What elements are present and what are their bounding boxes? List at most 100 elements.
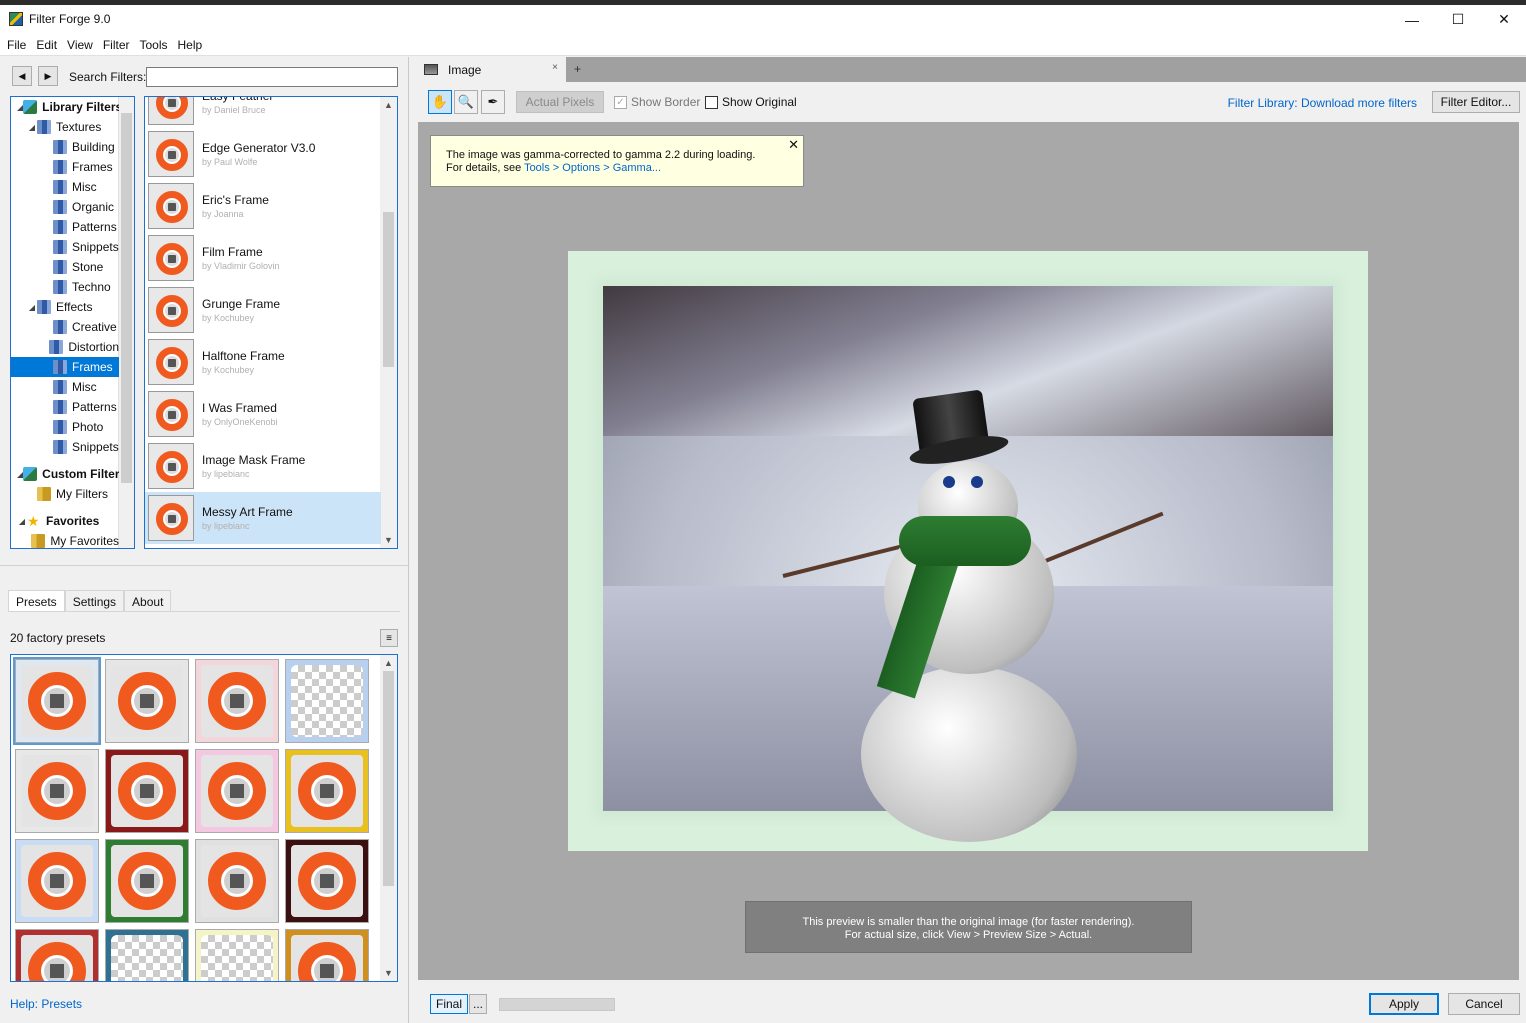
add-tab-icon[interactable]: + [574,62,581,76]
tree-item-building[interactable]: Building [11,137,119,157]
scroll-up-icon[interactable]: ▲ [380,100,397,110]
preset-thumbnail[interactable] [285,659,369,743]
show-border-checkbox[interactable]: ✓ Show Border [614,95,700,109]
tree-item-frames[interactable]: Frames [11,357,119,377]
cube-icon [23,100,38,114]
tree-item-misc[interactable]: Misc [11,177,119,197]
preset-thumbnail[interactable] [285,929,369,981]
tree-item-custom-filters[interactable]: ◢ Custom Filters [11,464,119,484]
filter-name: Messy Art Frame [202,505,293,519]
tree-item-photo[interactable]: Photo [11,417,119,437]
tab-settings[interactable]: Settings [64,590,125,612]
menu-filter[interactable]: Filter [98,34,135,56]
filter-library-link[interactable]: Filter Library: Download more filters [1228,96,1417,110]
presets-menu-icon[interactable]: ≡ [380,629,398,647]
close-tab-icon[interactable]: × [552,62,558,73]
menu-help[interactable]: Help [173,34,208,56]
maximize-button[interactable]: ☐ [1435,5,1481,34]
preset-thumbnail[interactable] [15,749,99,833]
expand-arrow-icon[interactable]: ◢ [27,303,37,312]
preview-image[interactable] [568,251,1368,851]
preset-thumbnail[interactable] [105,839,189,923]
tree-item-my-filters[interactable]: My Filters [11,484,119,504]
close-notice-icon[interactable]: ✕ [788,138,799,151]
menu-edit[interactable]: Edit [31,34,62,56]
final-render-button[interactable]: Final [430,994,468,1014]
tree-item-snippets[interactable]: Snippets [11,237,119,257]
tree-item-textures[interactable]: ◢ Textures [11,117,119,137]
preset-thumbnail[interactable] [285,839,369,923]
tree-item-techno[interactable]: Techno [11,277,119,297]
folder-icon [53,320,67,334]
menu-file[interactable]: File [2,34,31,56]
menu-tools[interactable]: Tools [135,34,173,56]
apply-button[interactable]: Apply [1369,993,1439,1015]
tree-item-patterns[interactable]: Patterns [11,217,119,237]
forward-button[interactable]: ▶ [38,66,58,86]
filter-forge-app-icon [9,12,23,26]
filter-list-item[interactable]: Easy Feather by Daniel Bruce [145,97,381,128]
scroll-down-icon[interactable]: ▼ [380,968,397,978]
tree-item-misc[interactable]: Misc [11,377,119,397]
expand-arrow-icon[interactable]: ◢ [27,123,37,132]
tree-item-frames[interactable]: Frames [11,157,119,177]
show-original-checkbox[interactable]: Show Original [705,95,797,109]
filter-list-item[interactable]: Grunge Frame by Kochubey [145,284,381,336]
scroll-up-icon[interactable]: ▲ [380,658,397,668]
close-window-button[interactable]: ✕ [1481,5,1526,34]
search-filters-input[interactable] [146,67,398,87]
preset-thumbnail[interactable] [195,659,279,743]
tree-item-label: Techno [72,280,111,294]
preset-grid-scrollbar[interactable]: ▲ ▼ [380,655,397,981]
eyedropper-tool-icon[interactable]: ✒ [481,90,505,114]
tab-presets[interactable]: Presets [8,590,65,612]
zoom-tool-icon[interactable]: 🔍 [454,90,478,114]
scroll-down-icon[interactable]: ▼ [380,535,397,545]
preset-thumbnail[interactable] [13,657,101,745]
filter-list-item[interactable]: Messy Art Frame by lipebianc [145,492,381,544]
expand-arrow-icon[interactable]: ◢ [17,517,27,526]
tree-item-patterns[interactable]: Patterns [11,397,119,417]
tree-item-effects[interactable]: ◢ Effects [11,297,119,317]
render-options-button[interactable]: ... [469,994,487,1014]
cancel-button[interactable]: Cancel [1448,993,1520,1015]
preset-thumbnail[interactable] [105,929,189,981]
tree-item-creative[interactable]: Creative [11,317,119,337]
filter-editor-button[interactable]: Filter Editor... [1432,91,1520,113]
filter-list-item[interactable]: Eric's Frame by Joanna [145,180,381,232]
hand-tool-icon[interactable]: ✋ [428,90,452,114]
tree-item-distortion[interactable]: Distortion [11,337,119,357]
folder-icon [53,280,67,294]
tree-item-stone[interactable]: Stone [11,257,119,277]
tree-scrollbar[interactable] [118,97,134,548]
tab-about[interactable]: About [124,590,172,612]
preset-thumbnail[interactable] [15,839,99,923]
preset-thumbnail[interactable] [285,749,369,833]
menu-view[interactable]: View [62,34,98,56]
filter-list-item[interactable]: I Was Framed by OnlyOneKenobi [145,388,381,440]
preset-thumbnail[interactable] [105,749,189,833]
preset-thumbnail[interactable] [15,929,99,981]
help-presets-link[interactable]: Help: Presets [10,997,82,1011]
gamma-options-link[interactable]: Tools > Options > Gamma... [524,162,661,174]
filter-list-item[interactable]: Image Mask Frame by lipebianc [145,440,381,492]
filter-list-item[interactable]: Film Frame by Vladimir Golovin [145,232,381,284]
filter-list-item[interactable]: Edge Generator V3.0 by Paul Wolfe [145,128,381,180]
preset-thumbnail[interactable] [195,929,279,981]
back-button[interactable]: ◀ [12,66,32,86]
tree-item-library-filters[interactable]: ◢ Library Filters [11,97,119,117]
filter-list-scrollbar[interactable]: ▲ ▼ [380,97,397,548]
tree-item-organic[interactable]: Organic [11,197,119,217]
pane-splitter[interactable] [0,565,409,569]
preset-thumbnail[interactable] [195,749,279,833]
actual-pixels-button[interactable]: Actual Pixels [516,91,604,113]
tab-image[interactable]: Image × [418,57,566,82]
preset-thumbnail[interactable] [105,659,189,743]
preset-thumbnail[interactable] [195,839,279,923]
tree-item-favorites[interactable]: ◢ ★ Favorites [11,511,119,531]
minimize-button[interactable]: — [1389,5,1435,34]
preview-canvas[interactable]: The image was gamma-corrected to gamma 2… [418,122,1519,980]
filter-list-item[interactable]: Halftone Frame by Kochubey [145,336,381,388]
tree-item-snippets[interactable]: Snippets [11,437,119,457]
tree-item-my-favorites[interactable]: My Favorites [11,531,119,548]
